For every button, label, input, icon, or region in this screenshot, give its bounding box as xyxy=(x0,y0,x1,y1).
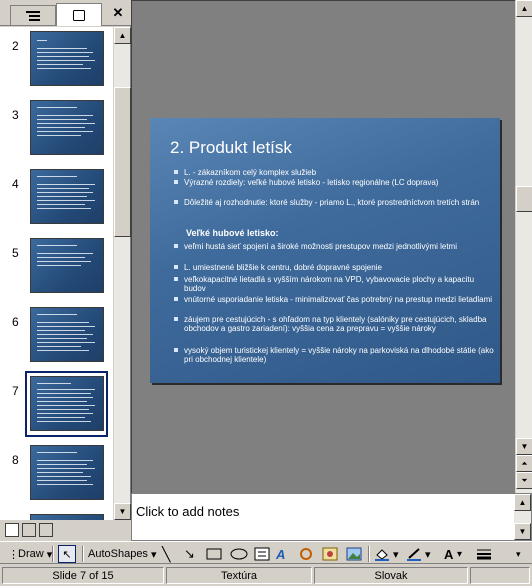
line-color-icon[interactable]: ▾ xyxy=(406,545,431,563)
toolbar-options-icon[interactable]: ▾ xyxy=(516,545,521,563)
wordart-icon[interactable]: A xyxy=(276,545,285,563)
tab-outline[interactable] xyxy=(10,5,56,25)
slide-thumbnail-6[interactable]: 6 xyxy=(0,303,113,367)
line-icon[interactable]: ╲ xyxy=(162,545,170,563)
picture-icon[interactable] xyxy=(346,545,362,563)
powerpoint-window: ✕ 2 3 4 5 6 7 8 ▲ ▼ 2. Produkt letísk L.… xyxy=(0,0,532,586)
rectangle-icon[interactable] xyxy=(206,545,222,563)
scroll-up-icon[interactable]: ▲ xyxy=(514,494,531,511)
pane-tabbar: ✕ xyxy=(0,0,131,26)
outline-icon xyxy=(26,10,40,21)
slide-number: 2 xyxy=(12,39,19,53)
autoshapes-label: AutoShapes xyxy=(88,548,148,560)
slide-number: 4 xyxy=(12,177,19,191)
notes-scrollbar[interactable]: ▲ ▼ xyxy=(514,494,531,540)
close-icon[interactable]: ✕ xyxy=(111,5,125,20)
slide-bullet: L. - zákazníkom celý komplex služieb xyxy=(172,168,494,177)
slide-number: 7 xyxy=(12,384,19,398)
status-slide-counter: Slide 7 of 15 xyxy=(2,567,164,584)
arrow-icon[interactable]: ↘ xyxy=(184,545,195,563)
scroll-down-icon[interactable]: ▼ xyxy=(516,438,532,455)
status-design-template: Textúra xyxy=(166,567,312,584)
slide-title[interactable]: 2. Produkt letísk xyxy=(170,138,292,158)
notes-pane[interactable]: Click to add notes ▲ ▼ xyxy=(131,493,532,541)
textbox-icon[interactable] xyxy=(254,545,270,563)
slide-preview xyxy=(30,238,104,293)
tab-slides[interactable] xyxy=(56,3,102,26)
slide-thumbnail-5[interactable]: 5 xyxy=(0,234,113,298)
slide-thumbnail-3[interactable]: 3 xyxy=(0,96,113,160)
slide-thumbnail-2[interactable]: 2 xyxy=(0,27,113,91)
slide-bullet: veľkokapacitné lietadlá s vyšším nárokom… xyxy=(172,275,494,293)
scroll-up-icon[interactable]: ▲ xyxy=(114,27,131,44)
slide-bullet: Výrazné rozdiely: veľké hubové letisko -… xyxy=(172,178,494,187)
view-buttons xyxy=(0,520,131,541)
fill-color-icon[interactable]: ▾ xyxy=(374,545,399,563)
slide-bullet: veľmi hustá sieť spojení a široké možnos… xyxy=(172,242,494,251)
drawing-toolbar: ⋮ Draw ▾ ↖ AutoShapes ▾ ╲ ↘ A ▾ ▾ A ▾ ▾ xyxy=(0,541,532,564)
thumbnail-scrollbar[interactable]: ▲ ▼ xyxy=(113,27,131,520)
status-empty xyxy=(470,567,530,584)
slide-thumbnail-9[interactable] xyxy=(0,510,113,520)
scroll-thumb[interactable] xyxy=(516,186,532,212)
slide-bullet: vysoký objem turistickej klientely = vyš… xyxy=(172,346,494,364)
normal-view-icon[interactable] xyxy=(5,523,19,537)
slide-preview xyxy=(30,169,104,224)
slide-thumbnail-7[interactable]: 7 xyxy=(0,371,113,437)
scroll-thumb[interactable] xyxy=(114,87,131,237)
slide-subheading: Veľké hubové letisko: xyxy=(186,228,279,238)
oval-icon[interactable] xyxy=(230,545,248,563)
autoshapes-menu[interactable]: AutoShapes ▾ xyxy=(88,545,157,563)
select-pointer-icon[interactable]: ↖ xyxy=(58,545,76,563)
draw-label: Draw xyxy=(18,548,44,560)
slide-thumbnail-list: 2 3 4 5 6 7 8 xyxy=(0,27,113,520)
scroll-up-icon[interactable]: ▲ xyxy=(516,0,532,17)
slide-canvas[interactable]: 2. Produkt letísk L. - zákazníkom celý k… xyxy=(150,118,500,383)
status-language: Slovak xyxy=(314,567,468,584)
slide-preview xyxy=(30,376,104,431)
slide-bullet: vnútorné usporiadanie letiska - minimali… xyxy=(172,295,494,304)
slide-preview xyxy=(30,445,104,500)
scroll-down-icon[interactable]: ▼ xyxy=(114,503,131,520)
slide-thumbnail-4[interactable]: 4 xyxy=(0,165,113,229)
slide-preview xyxy=(30,307,104,362)
notes-placeholder[interactable]: Click to add notes xyxy=(136,504,239,519)
slides-pane: ✕ 2 3 4 5 6 7 8 ▲ ▼ xyxy=(0,0,131,520)
draw-menu[interactable]: Draw ▾ xyxy=(18,545,52,563)
slide-bullet: Dôležité aj rozhodnutie: ktoré služby - … xyxy=(172,198,494,207)
slide-number: 3 xyxy=(12,108,19,122)
slide-bullet: L. umiestnené bližšie k centru, dobré do… xyxy=(172,263,494,272)
slide-scrollbar[interactable]: ▲ ▼ ⏶ ⏷ xyxy=(515,0,532,493)
slide-sorter-icon[interactable] xyxy=(22,523,36,537)
previous-slide-icon[interactable]: ⏶ xyxy=(516,455,532,472)
slide-number: 8 xyxy=(12,453,19,467)
slides-icon xyxy=(73,9,85,21)
scroll-down-icon[interactable]: ▼ xyxy=(514,523,531,540)
next-slide-icon[interactable]: ⏷ xyxy=(516,472,532,489)
slide-workspace: 2. Produkt letísk L. - zákazníkom celý k… xyxy=(131,0,515,493)
slide-number: 5 xyxy=(12,246,19,260)
clipart-icon[interactable] xyxy=(322,545,338,563)
slide-bullet: záujem pre cestujúcich - s ohľadom na ty… xyxy=(172,315,494,333)
status-bar: Slide 7 of 15 Textúra Slovak xyxy=(0,564,532,586)
slide-number: 6 xyxy=(12,315,19,329)
font-color-icon[interactable]: A ▾ xyxy=(444,545,462,563)
slideshow-icon[interactable] xyxy=(39,523,53,537)
diagram-icon[interactable] xyxy=(298,545,314,563)
slide-thumbnail-8[interactable]: 8 xyxy=(0,441,113,505)
slide-preview xyxy=(30,31,104,86)
slide-preview xyxy=(30,100,104,155)
line-style-icon[interactable] xyxy=(476,545,492,563)
